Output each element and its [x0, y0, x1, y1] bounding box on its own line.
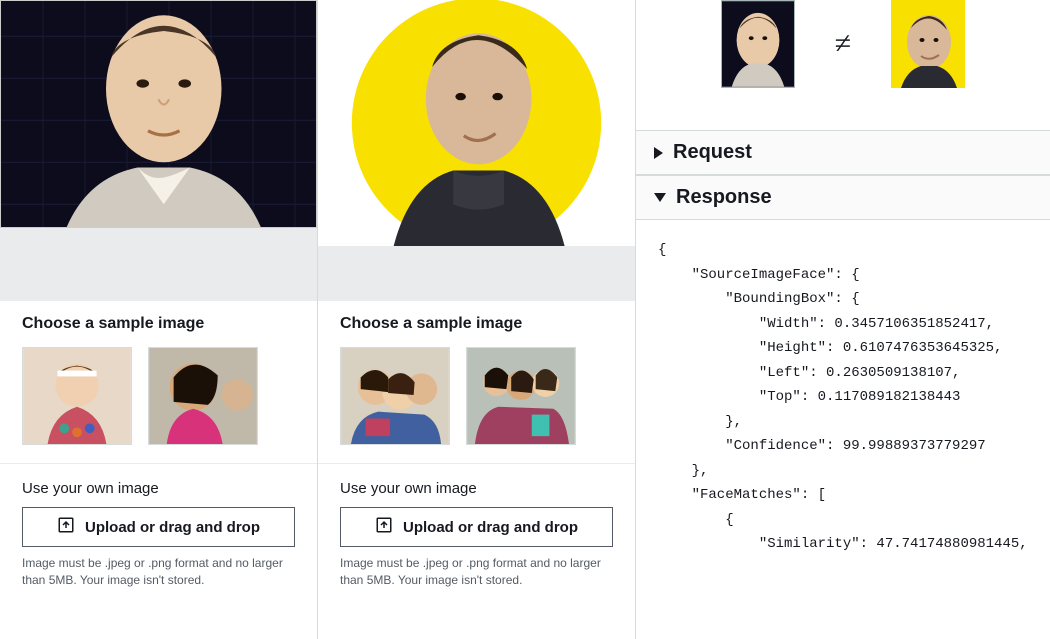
target-sample-2[interactable]: [466, 347, 576, 445]
response-panel-title: Response: [676, 186, 772, 209]
compare-source-thumb: [721, 0, 795, 88]
image-columns: Choose a sample image Use your own image…: [0, 0, 636, 639]
target-sample-heading: Choose a sample image: [340, 315, 613, 333]
caret-right-icon: [654, 147, 663, 159]
source-gray-band: [0, 228, 317, 300]
source-sample-section: Choose a sample image: [0, 300, 317, 463]
source-help-text: Image must be .jpeg or .png format and n…: [22, 555, 295, 589]
request-panel-header[interactable]: Request: [636, 130, 1050, 175]
source-image-preview: [0, 0, 317, 228]
target-upload-label: Upload or drag and drop: [403, 519, 578, 536]
source-sample-2[interactable]: [148, 347, 258, 445]
not-equal-symbol: ≠: [835, 27, 851, 61]
upload-icon: [375, 516, 393, 538]
source-upload-label: Upload or drag and drop: [85, 519, 260, 536]
results-pane: ≠ Request Response { "SourceImageFace": …: [636, 0, 1050, 639]
source-sample-heading: Choose a sample image: [22, 315, 295, 333]
target-own-heading: Use your own image: [340, 480, 613, 497]
target-sample-thumbs: [340, 347, 613, 445]
source-column: Choose a sample image Use your own image…: [0, 0, 318, 639]
request-panel-title: Request: [673, 141, 752, 164]
compare-target-thumb: [891, 0, 965, 88]
response-json-body[interactable]: { "SourceImageFace": { "BoundingBox": { …: [636, 220, 1050, 639]
target-sample-section: Choose a sample image: [318, 300, 635, 463]
response-panel-header[interactable]: Response: [636, 175, 1050, 220]
target-upload-button[interactable]: Upload or drag and drop: [340, 507, 613, 547]
source-own-heading: Use your own image: [22, 480, 295, 497]
target-gray-band: [318, 246, 635, 300]
source-own-section: Use your own image Upload or drag and dr…: [0, 463, 317, 601]
source-sample-thumbs: [22, 347, 295, 445]
source-sample-1[interactable]: [22, 347, 132, 445]
source-upload-button[interactable]: Upload or drag and drop: [22, 507, 295, 547]
target-image-preview: [318, 0, 635, 246]
target-help-text: Image must be .jpeg or .png format and n…: [340, 555, 613, 589]
caret-down-icon: [654, 193, 666, 202]
target-column: Choose a sample image Use your own image…: [318, 0, 635, 639]
target-sample-1[interactable]: [340, 347, 450, 445]
upload-icon: [57, 516, 75, 538]
target-own-section: Use your own image Upload or drag and dr…: [318, 463, 635, 601]
compare-row: ≠: [636, 0, 1050, 106]
